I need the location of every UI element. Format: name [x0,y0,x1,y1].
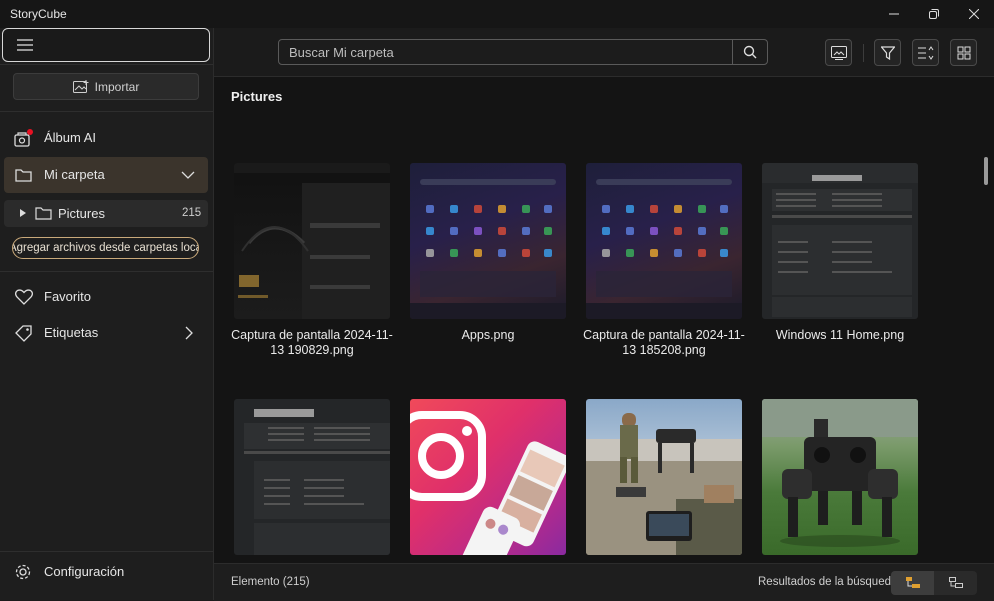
sort-button[interactable] [912,39,939,66]
sidebar-item-label: Favorito [44,289,91,304]
tree-view-button[interactable] [891,571,934,595]
photo-thumbnail[interactable] [586,399,742,555]
image-add-icon [72,79,89,93]
minimize-icon [889,13,899,15]
flat-view-icon [948,577,963,588]
title-bar: StoryCube [0,0,994,28]
photo-thumbnail[interactable] [586,163,742,319]
divider [0,64,213,65]
chevron-right-icon[interactable] [20,209,26,217]
photo-caption: Windows 11 Home.png [775,328,905,342]
divider [0,551,213,552]
filter-icon [880,45,895,60]
folder-title: Pictures [231,89,283,104]
slideshow-button[interactable] [825,39,852,66]
photo-thumbnail[interactable] [234,163,390,319]
folder-name: Pictures [58,206,105,221]
sort-icon [917,45,933,60]
sidebar-item-label: Mi carpeta [44,167,105,182]
photo-thumbnail[interactable] [234,399,390,555]
sidebar-item-settings[interactable]: Configuración [4,554,208,590]
menu-toggle-button[interactable] [2,28,210,62]
grid-view-icon [957,46,970,59]
chevron-right-icon[interactable] [185,326,193,340]
photo-thumbnail[interactable] [762,399,918,555]
sidebar-item-label: Etiquetas [44,325,99,340]
tree-view-icon [905,577,920,588]
filter-button[interactable] [874,39,901,66]
toolbar-separator [863,44,864,62]
photo-caption: Captura de pantalla 2024-11-13 185208.pn… [583,328,745,357]
maximize-button[interactable] [914,0,954,28]
hamburger-icon [17,39,33,51]
folder-count: 215 [182,207,202,219]
sidebar: Importar Álbum AI Mi carpeta Pictures 21… [0,28,214,600]
photo-caption: Apps.png [461,328,515,342]
add-folders-button[interactable]: Agregar archivos desde carpetas loca [12,237,199,259]
photo-grid: Pictures Captura de pantalla 2024-11-13 … [214,77,994,563]
folder-icon [35,207,52,220]
restore-icon [929,9,939,19]
import-label: Importar [94,79,140,94]
sidebar-item-label: Álbum AI [44,130,97,145]
minimize-button[interactable] [874,0,914,28]
slideshow-icon [830,45,847,60]
chevron-down-icon[interactable] [181,171,195,179]
import-button[interactable]: Importar [13,73,199,100]
folder-icon [15,169,32,182]
search-icon [743,45,757,59]
view-mode-button[interactable] [950,39,977,66]
close-icon [969,9,979,19]
gear-icon [15,564,31,580]
folder-tree-item-pictures[interactable]: Pictures 215 [4,200,208,227]
photo-thumbnail[interactable] [762,163,918,319]
sidebar-item-my-folder[interactable]: Mi carpeta [4,157,208,193]
search-input[interactable] [279,40,733,64]
notification-badge [27,129,33,135]
search-button[interactable] [732,40,767,64]
sidebar-item-album-ai[interactable]: Álbum AI [4,120,208,156]
flat-view-button[interactable] [934,571,977,595]
search-box [278,39,768,65]
tag-icon [15,325,32,342]
item-count: Elemento (215) [231,576,310,588]
close-button[interactable] [954,0,994,28]
status-bar: Elemento (215) Resultados de la búsqueda [214,563,994,601]
album-ai-icon [14,129,33,147]
heart-icon [14,289,34,305]
view-toggle [891,571,977,595]
toolbar [214,28,994,77]
photo-caption: Captura de pantalla 2024-11-13 190829.pn… [231,328,393,357]
sidebar-item-favorite[interactable]: Favorito [4,279,208,315]
search-results-label: Resultados de la búsqueda [758,576,898,588]
sidebar-item-label: Configuración [44,564,125,579]
photo-thumbnail[interactable] [410,163,566,319]
app-title: StoryCube [10,7,67,21]
photo-thumbnail[interactable] [410,399,566,555]
divider [0,271,213,272]
scrollbar-thumb[interactable] [984,157,988,185]
divider [0,111,213,112]
sidebar-item-tags[interactable]: Etiquetas [4,315,208,351]
